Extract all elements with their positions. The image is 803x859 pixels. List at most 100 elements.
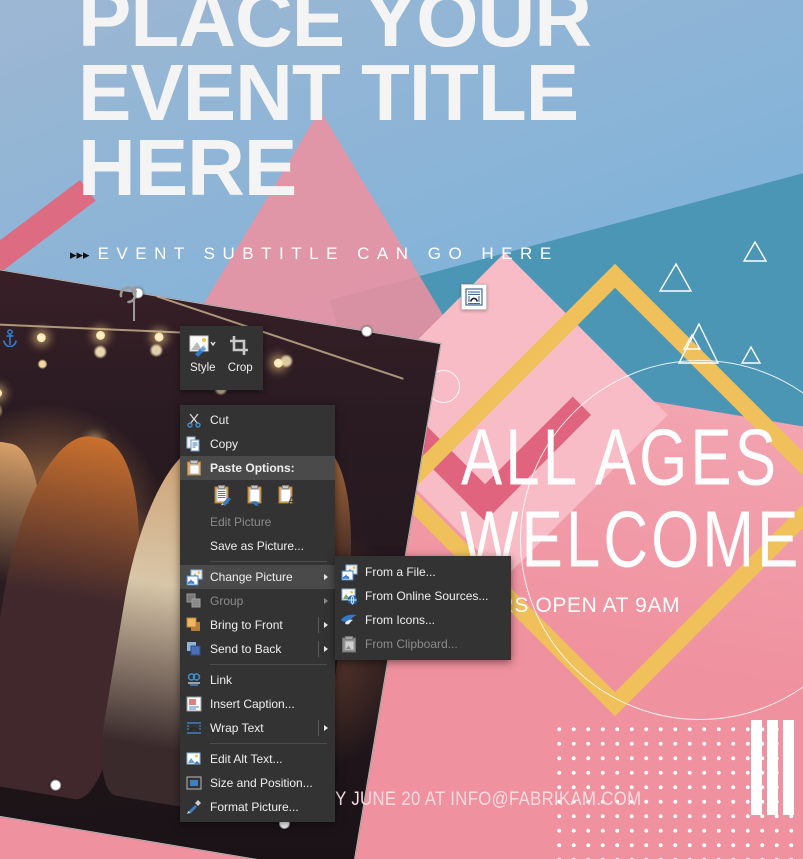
wrap-text-icon [185, 719, 203, 737]
picture-style-icon [189, 331, 217, 361]
menu-item-format-picture-label: Format Picture... [210, 800, 299, 814]
chevron-right-icon [324, 725, 328, 731]
submenu-item-from-a-file-label: From a File... [365, 565, 436, 579]
menu-item-send-to-back-label: Send to Back [210, 642, 282, 656]
paste-text-only-icon[interactable]: A [277, 484, 297, 507]
menu-item-edit-picture-label: Edit Picture [210, 515, 272, 529]
context-menu[interactable]: Cut Copy Paste Options: A Edit Picture S… [180, 405, 335, 822]
menu-item-insert-caption[interactable]: Insert Caption... [180, 692, 335, 716]
from-file-icon [340, 563, 358, 581]
menu-item-wrap-text[interactable]: Wrap Text [180, 716, 335, 740]
scissors-icon [185, 411, 203, 429]
menu-item-paste-options-label: Paste Options: [210, 461, 295, 475]
decorative-bar [767, 720, 778, 815]
link-icon [185, 671, 203, 689]
flyer-title: PLACE YOUR EVENT TITLE HERE [78, 0, 698, 212]
mini-toolbar-style-label: Style [189, 362, 216, 374]
crop-icon [229, 331, 251, 361]
alt-text-icon [185, 750, 203, 768]
bring-to-front-icon [185, 616, 203, 634]
paste-options-row[interactable]: A [180, 480, 335, 510]
submenu-item-from-online-sources-label: From Online Sources... [365, 589, 489, 603]
menu-item-edit-alt-text[interactable]: Edit Alt Text... [180, 747, 335, 771]
menu-item-size-and-position-label: Size and Position... [210, 776, 313, 790]
menu-item-divider [318, 720, 319, 736]
subtitle-arrows-icon: ▸▸▸ [70, 247, 90, 262]
copy-icon [185, 435, 203, 453]
flyer-subtitle-row: ▸▸▸ EVENT SUBTITLE CAN GO HERE [70, 244, 559, 264]
menu-item-divider [318, 641, 319, 657]
menu-separator [210, 561, 327, 562]
insert-caption-icon [185, 695, 203, 713]
submenu-item-from-icons[interactable]: From Icons... [335, 608, 511, 632]
flyer-subtitle: EVENT SUBTITLE CAN GO HERE [97, 244, 559, 263]
layout-options-icon [465, 288, 483, 306]
paste-merge-formatting-icon[interactable] [245, 484, 265, 506]
rotate-handle-icon[interactable] [115, 281, 141, 307]
mini-toolbar-crop-button[interactable]: Crop [222, 331, 260, 390]
menu-item-link[interactable]: Link [180, 668, 335, 692]
triangle-outline-icon [742, 240, 768, 264]
size-position-icon [185, 774, 203, 792]
format-picture-icon [185, 798, 203, 816]
decorative-bar [783, 720, 794, 815]
flyer-title-line-3: HERE [78, 122, 297, 212]
layout-options-button[interactable] [461, 284, 487, 310]
menu-item-bring-to-front[interactable]: Bring to Front [180, 613, 335, 637]
menu-item-copy[interactable]: Copy [180, 432, 335, 456]
menu-separator [210, 743, 327, 744]
from-clipboard-icon [340, 635, 358, 653]
menu-item-cut-label: Cut [210, 413, 229, 427]
screenshot-root: PLACE YOUR EVENT TITLE HERE ▸▸▸ EVENT SUB… [0, 0, 803, 859]
menu-separator [210, 664, 327, 665]
menu-item-cut[interactable]: Cut [180, 408, 335, 432]
menu-item-edit-alt-text-label: Edit Alt Text... [210, 752, 283, 766]
mini-toolbar-crop-label: Crop [227, 362, 253, 374]
menu-item-group-label: Group [210, 594, 244, 608]
from-online-icon [340, 587, 358, 605]
paste-icon [185, 459, 203, 477]
flyer-title-line-2: EVENT TITLE [78, 48, 579, 138]
paste-keep-source-icon[interactable] [213, 484, 233, 506]
menu-item-wrap-text-label: Wrap Text [210, 721, 264, 735]
change-picture-icon [185, 568, 203, 586]
group-icon [185, 592, 203, 610]
menu-item-change-picture-label: Change Picture [210, 570, 293, 584]
menu-item-divider [318, 617, 319, 633]
triangle-outline-icon [658, 262, 694, 294]
menu-item-send-to-back[interactable]: Send to Back [180, 637, 335, 661]
submenu-item-from-clipboard-label: From Clipboard... [365, 637, 458, 651]
menu-item-format-picture[interactable]: Format Picture... [180, 795, 335, 819]
menu-item-insert-caption-label: Insert Caption... [210, 697, 295, 711]
decorative-bar [751, 720, 762, 815]
submenu-item-from-icons-label: From Icons... [365, 613, 436, 627]
send-to-back-icon [185, 640, 203, 658]
chevron-right-icon [324, 622, 328, 628]
change-picture-submenu[interactable]: From a File... From Online Sources... Fr… [335, 556, 511, 660]
mini-toolbar[interactable]: Style Crop [180, 326, 263, 390]
mini-toolbar-style-button[interactable]: Style [184, 331, 222, 390]
triangle-outline-icon [682, 333, 702, 351]
submenu-item-from-online-sources[interactable]: From Online Sources... [335, 584, 511, 608]
flyer-headline-line-1: ALL AGES [460, 414, 780, 503]
from-icons-icon [340, 611, 358, 629]
chevron-right-icon [324, 574, 328, 580]
object-anchor-icon [2, 329, 18, 348]
chevron-right-icon [324, 598, 328, 604]
submenu-item-from-clipboard: From Clipboard... [335, 632, 511, 656]
svg-text:A: A [288, 495, 296, 506]
menu-item-copy-label: Copy [210, 437, 239, 451]
menu-item-change-picture[interactable]: Change Picture [180, 565, 335, 589]
menu-item-size-and-position[interactable]: Size and Position... [180, 771, 335, 795]
flyer-document-canvas: PLACE YOUR EVENT TITLE HERE ▸▸▸ EVENT SUB… [0, 0, 803, 859]
menu-item-edit-picture: Edit Picture [180, 510, 335, 534]
menu-item-paste-options[interactable]: Paste Options: [180, 456, 335, 480]
menu-item-link-label: Link [210, 673, 233, 687]
menu-item-group: Group [180, 589, 335, 613]
menu-item-save-as-picture-label: Save as Picture... [210, 539, 305, 553]
menu-item-save-as-picture[interactable]: Save as Picture... [180, 534, 335, 558]
chevron-right-icon [324, 646, 328, 652]
menu-item-bring-to-front-label: Bring to Front [210, 618, 283, 632]
triangle-outline-icon [740, 345, 762, 365]
submenu-item-from-a-file[interactable]: From a File... [335, 560, 511, 584]
